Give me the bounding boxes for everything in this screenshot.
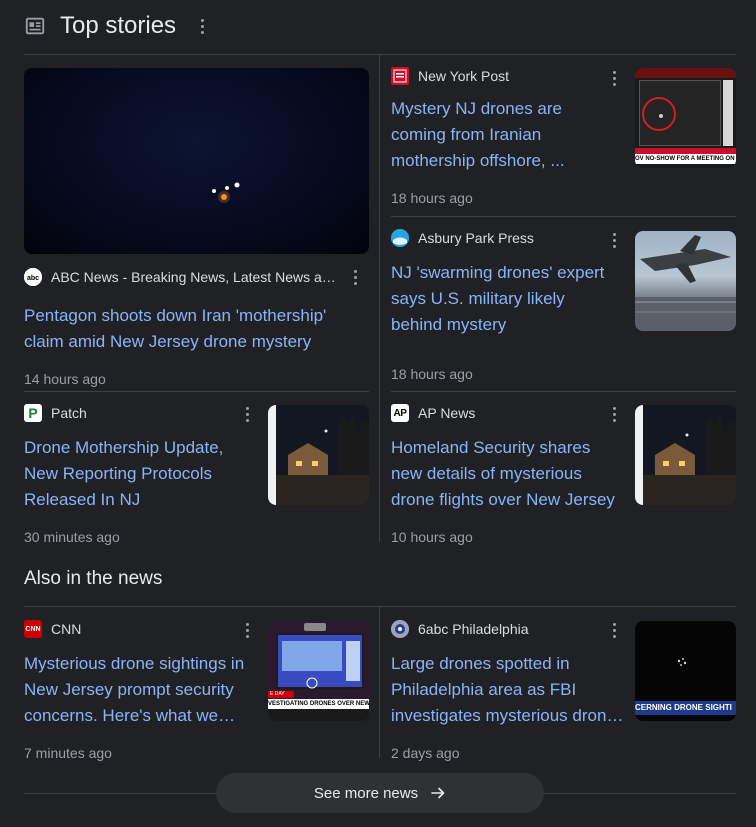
story-source: AP AP News [391, 404, 626, 422]
story-time: 18 hours ago [391, 190, 473, 206]
divider [391, 216, 736, 217]
divider [24, 391, 369, 392]
story-source: abc ABC News - Breaking News, Latest New… [24, 268, 369, 286]
more-options-icon[interactable] [237, 404, 257, 424]
section-title: Top stories [60, 12, 177, 39]
abc-logo-icon: abc [24, 268, 42, 286]
more-options-icon[interactable] [604, 230, 624, 250]
aircraft-image [635, 235, 736, 331]
more-options-icon[interactable] [237, 620, 257, 640]
drone-target-icon [306, 677, 318, 689]
divider [379, 54, 380, 542]
story-thumbnail[interactable] [635, 231, 736, 331]
story-card[interactable]: AP AP News Homeland Security shares new … [391, 404, 626, 545]
story-headline[interactable]: Drone Mothership Update, New Reporting P… [24, 435, 249, 513]
divider [24, 606, 736, 607]
source-name: CNN [51, 621, 82, 637]
story-card[interactable]: New York Post Mystery NJ drones are comi… [391, 67, 626, 206]
story-card[interactable]: P Patch Drone Mothership Update, New Rep… [24, 404, 249, 545]
story-time: 30 minutes ago [24, 529, 120, 545]
divider [24, 54, 736, 55]
source-name: Patch [51, 405, 87, 421]
story-source: 6abc Philadelphia [391, 620, 626, 638]
story-thumbnail[interactable]: OV NO-SHOW FOR A MEETING ON MYST [635, 68, 736, 168]
newspaper-icon [25, 17, 45, 35]
story-card[interactable]: CNN CNN Mysterious drone sightings in Ne… [24, 620, 249, 761]
more-options-icon[interactable] [345, 267, 365, 287]
night-house-image [643, 405, 736, 505]
story-headline[interactable]: Homeland Security shares new details of … [391, 435, 626, 513]
see-more-news-button[interactable]: See more news [216, 773, 544, 813]
story-time: 14 hours ago [24, 371, 106, 387]
story-card[interactable]: abc ABC News - Breaking News, Latest New… [24, 268, 369, 387]
story-headline[interactable]: Mysterious drone sightings in New Jersey… [24, 651, 254, 729]
story-headline[interactable]: NJ 'swarming drones' expert says U.S. mi… [391, 260, 619, 338]
story-headline[interactable]: Large drones spotted in Philadelphia are… [391, 651, 626, 729]
story-time: 18 hours ago [391, 366, 473, 382]
drone-lights-image [212, 182, 240, 203]
thumb-caption: VESTIGATING DRONES OVER NEW JERSE [268, 699, 369, 709]
story-time: 2 days ago [391, 745, 460, 761]
source-name: ABC News - Breaking News, Latest News an… [51, 269, 341, 285]
thumb-caption: CERNING DRONE SIGHTI [635, 701, 736, 715]
more-options-icon[interactable] [604, 68, 624, 88]
divider [379, 606, 380, 758]
section-title: Also in the news [24, 568, 163, 589]
more-options-icon[interactable] [604, 620, 624, 640]
see-more-label: See more news [313, 784, 419, 802]
story-headline[interactable]: Mystery NJ drones are coming from Irania… [391, 96, 591, 174]
more-options-icon[interactable] [192, 16, 212, 36]
story-source: Asbury Park Press [391, 229, 626, 247]
story-card[interactable]: 6abc Philadelphia Large drones spotted i… [391, 620, 626, 761]
source-name: New York Post [418, 68, 510, 84]
night-house-image [276, 405, 369, 505]
story-thumbnail[interactable]: E DAY VESTIGATING DRONES OVER NEW JERSE [268, 621, 369, 721]
story-source: CNN CNN [24, 620, 249, 638]
thumb-tag: E DAY [268, 691, 294, 698]
story-thumbnail[interactable] [24, 68, 369, 254]
divider [391, 391, 736, 392]
thumb-caption: OV NO-SHOW FOR A MEETING ON MYST [635, 154, 736, 164]
nypost-logo-icon [391, 67, 409, 85]
story-source: New York Post [391, 67, 626, 85]
app-logo-icon [391, 229, 409, 247]
source-name: AP News [418, 405, 476, 421]
story-time: 10 hours ago [391, 529, 473, 545]
source-name: 6abc Philadelphia [418, 621, 529, 637]
ap-logo-icon: AP [391, 404, 409, 422]
story-source: P Patch [24, 404, 249, 422]
top-stories-header: Top stories [24, 6, 212, 46]
story-thumbnail[interactable]: CERNING DRONE SIGHTI [635, 621, 736, 721]
story-time: 7 minutes ago [24, 745, 112, 761]
patch-logo-icon: P [24, 404, 42, 422]
cnn-logo-icon: CNN [24, 620, 42, 638]
arrow-right-icon [431, 787, 445, 799]
svg-text:abc: abc [27, 275, 39, 282]
6abc-logo-icon [391, 620, 409, 638]
source-name: Asbury Park Press [418, 230, 534, 246]
story-card[interactable]: Asbury Park Press NJ 'swarming drones' e… [391, 229, 626, 382]
story-thumbnail[interactable] [268, 405, 369, 505]
story-thumbnail[interactable] [635, 405, 736, 505]
more-options-icon[interactable] [604, 404, 624, 424]
story-headline[interactable]: Pentagon shoots down Iran 'mothership' c… [24, 303, 369, 355]
